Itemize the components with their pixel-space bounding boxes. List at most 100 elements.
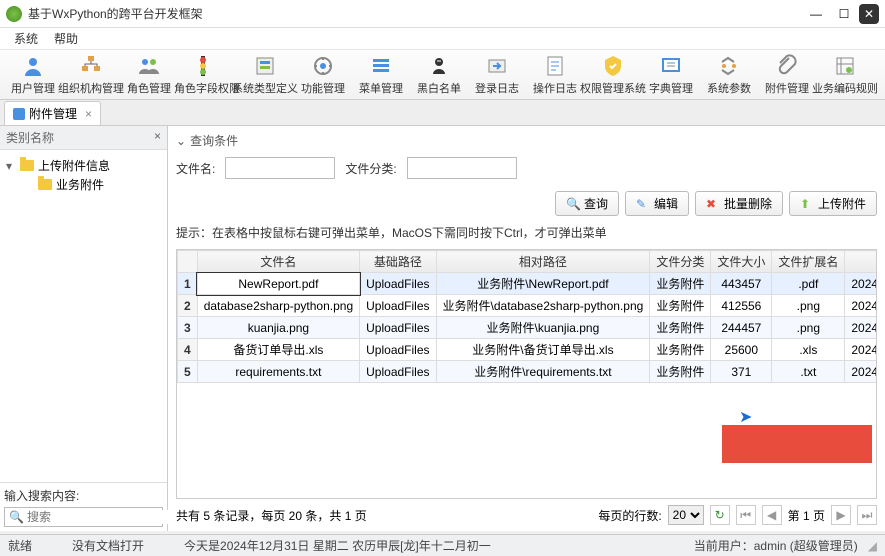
- close-button[interactable]: ✕: [859, 4, 879, 24]
- cell[interactable]: 业务附件: [650, 317, 711, 339]
- upload-button[interactable]: ⬆上传附件: [789, 191, 877, 216]
- cell[interactable]: database2sharp-python.png: [197, 295, 359, 317]
- cell[interactable]: 371: [711, 361, 772, 383]
- tb-type-def[interactable]: 系统类型定义: [236, 52, 294, 97]
- cell[interactable]: UploadFiles: [360, 339, 436, 361]
- cell[interactable]: NewReport.pdf: [197, 273, 359, 295]
- cell[interactable]: 2024-12-20 13:47:57: [845, 317, 877, 339]
- tb-attach-mgmt[interactable]: 附件管理: [758, 52, 816, 97]
- batch-delete-button[interactable]: ✖批量删除: [695, 191, 783, 216]
- column-header[interactable]: 文件分类: [650, 251, 711, 273]
- row-number[interactable]: 1: [178, 273, 198, 295]
- last-page-button[interactable]: ⏭: [857, 505, 877, 525]
- cond-toggle[interactable]: ⌄ 查询条件: [176, 132, 877, 149]
- status-nodoc: 没有文档打开: [72, 537, 144, 554]
- refresh-button[interactable]: ↻: [710, 505, 730, 525]
- prev-page-button[interactable]: ◀: [762, 505, 782, 525]
- next-page-button[interactable]: ▶: [831, 505, 851, 525]
- cell[interactable]: 业务附件\备货订单导出.xls: [436, 339, 650, 361]
- cell[interactable]: requirements.txt: [197, 361, 359, 383]
- main-panel: ⌄ 查询条件 文件名: 文件分类: 🔍查询 ✎编辑 ✖批量删除 ⬆上传附件 提示…: [168, 126, 885, 531]
- table-row[interactable]: 3kuanjia.pngUploadFiles业务附件\kuanjia.png业…: [178, 317, 878, 339]
- row-number[interactable]: 4: [178, 339, 198, 361]
- tb-func-mgmt[interactable]: 功能管理: [294, 52, 352, 97]
- cell[interactable]: UploadFiles: [360, 295, 436, 317]
- cell[interactable]: 2024-12-20 13:48:32: [845, 295, 877, 317]
- cell[interactable]: .pdf: [772, 273, 845, 295]
- cell[interactable]: 业务附件\database2sharp-python.png: [436, 295, 650, 317]
- column-header[interactable]: 文件大小: [711, 251, 772, 273]
- rows-select[interactable]: 20: [668, 505, 704, 525]
- cell[interactable]: 25600: [711, 339, 772, 361]
- column-header[interactable]: 文件名: [197, 251, 359, 273]
- cell[interactable]: 业务附件\NewReport.pdf: [436, 273, 650, 295]
- tb-sys-param[interactable]: 系统参数: [700, 52, 758, 97]
- tab-close-icon[interactable]: ×: [85, 107, 92, 121]
- cell[interactable]: 2024-12-20 13:46:44: [845, 339, 877, 361]
- menu-help[interactable]: 帮助: [46, 28, 86, 49]
- column-header[interactable]: 相对路径: [436, 251, 650, 273]
- column-header[interactable]: 基础路径: [360, 251, 436, 273]
- table-row[interactable]: 1NewReport.pdfUploadFiles业务附件\NewReport.…: [178, 273, 878, 295]
- cell[interactable]: 业务附件: [650, 295, 711, 317]
- tree-root[interactable]: ▾ 上传附件信息: [6, 156, 161, 175]
- cell[interactable]: 备货订单导出.xls: [197, 339, 359, 361]
- search-icon: 🔍: [566, 197, 580, 211]
- tb-role-fields[interactable]: 角色字段权限: [178, 52, 236, 97]
- cell[interactable]: .png: [772, 295, 845, 317]
- cell[interactable]: UploadFiles: [360, 361, 436, 383]
- tb-org-mgmt[interactable]: 组织机构管理: [62, 52, 120, 97]
- cell[interactable]: 412556: [711, 295, 772, 317]
- expander-icon[interactable]: ▾: [6, 159, 16, 173]
- search-label: 输入搜索内容:: [4, 487, 163, 504]
- tb-blackwhite[interactable]: 黑白名单: [410, 52, 468, 97]
- menu-system[interactable]: 系统: [6, 28, 46, 49]
- tb-menu-mgmt[interactable]: 菜单管理: [352, 52, 410, 97]
- cell[interactable]: 2024-12-20 13:46:29: [845, 361, 877, 383]
- cell[interactable]: .xls: [772, 339, 845, 361]
- row-number[interactable]: 2: [178, 295, 198, 317]
- cell[interactable]: UploadFiles: [360, 273, 436, 295]
- maximize-button[interactable]: ☐: [831, 5, 857, 23]
- cell[interactable]: 443457: [711, 273, 772, 295]
- search-button[interactable]: 🔍查询: [555, 191, 619, 216]
- tb-role-mgmt[interactable]: 角色管理: [120, 52, 178, 97]
- row-number[interactable]: 3: [178, 317, 198, 339]
- column-header[interactable]: 添加时间: [845, 251, 877, 273]
- cell[interactable]: 244457: [711, 317, 772, 339]
- cell[interactable]: 2024-12-20 13:48:32: [845, 273, 877, 295]
- tree-child-business[interactable]: 业务附件: [24, 175, 161, 194]
- cell[interactable]: 业务附件: [650, 361, 711, 383]
- resize-grip-icon[interactable]: ◢: [868, 539, 877, 553]
- cell[interactable]: kuanjia.png: [197, 317, 359, 339]
- tb-login-log[interactable]: 登录日志: [468, 52, 526, 97]
- cell[interactable]: UploadFiles: [360, 317, 436, 339]
- cell[interactable]: 业务附件\kuanjia.png: [436, 317, 650, 339]
- sidebar-close-icon[interactable]: ×: [154, 129, 161, 146]
- first-page-button[interactable]: ⏮: [736, 505, 756, 525]
- table-row[interactable]: 2database2sharp-python.pngUploadFiles业务附…: [178, 295, 878, 317]
- search-input[interactable]: [27, 510, 182, 524]
- tb-dict-mgmt[interactable]: 字典管理: [642, 52, 700, 97]
- cell[interactable]: .txt: [772, 361, 845, 383]
- cell[interactable]: .png: [772, 317, 845, 339]
- folder-icon: [20, 160, 34, 171]
- minimize-button[interactable]: —: [803, 5, 829, 23]
- edit-button[interactable]: ✎编辑: [625, 191, 689, 216]
- tb-code-rule[interactable]: 业务编码规则: [816, 52, 874, 97]
- row-number[interactable]: 5: [178, 361, 198, 383]
- tab-attachment-mgmt[interactable]: 附件管理 ×: [4, 101, 101, 125]
- row-number-header[interactable]: [178, 251, 198, 273]
- filecat-input[interactable]: [407, 157, 517, 179]
- tabstrip: 附件管理 ×: [0, 100, 885, 126]
- cell[interactable]: 业务附件\requirements.txt: [436, 361, 650, 383]
- tb-op-log[interactable]: 操作日志: [526, 52, 584, 97]
- filename-input[interactable]: [225, 157, 335, 179]
- cell[interactable]: 业务附件: [650, 339, 711, 361]
- tb-user-mgmt[interactable]: 用户管理: [4, 52, 62, 97]
- cell[interactable]: 业务附件: [650, 273, 711, 295]
- column-header[interactable]: 文件扩展名: [772, 251, 845, 273]
- tb-perm-sys[interactable]: 权限管理系统: [584, 52, 642, 97]
- table-row[interactable]: 5requirements.txtUploadFiles业务附件\require…: [178, 361, 878, 383]
- table-row[interactable]: 4备货订单导出.xlsUploadFiles业务附件\备货订单导出.xls业务附…: [178, 339, 878, 361]
